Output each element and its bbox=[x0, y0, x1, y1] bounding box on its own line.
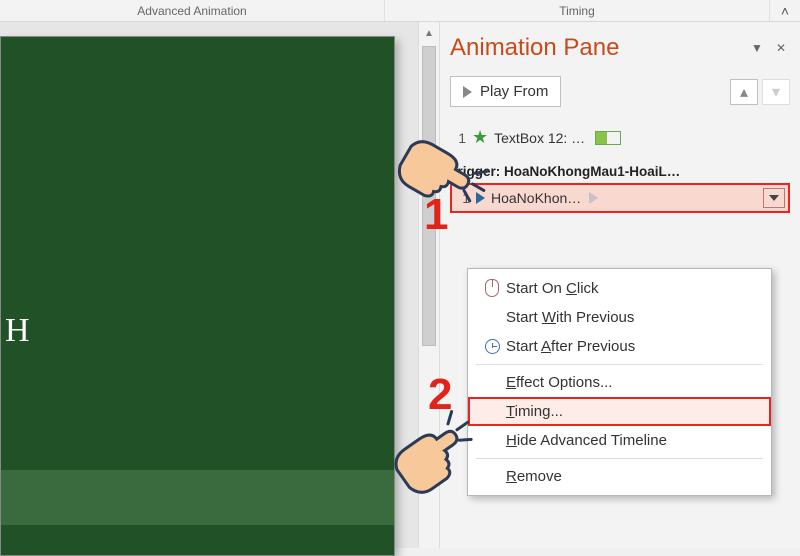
animation-item-index: 1 bbox=[452, 130, 466, 146]
menu-effect-options[interactable]: Effect Options... bbox=[468, 368, 771, 397]
animation-item-textbox12[interactable]: 1 ★ TextBox 12: … bbox=[450, 123, 790, 152]
mouse-icon bbox=[478, 279, 506, 297]
vertical-scrollbar[interactable]: ▲ bbox=[418, 22, 440, 548]
animation-item-label: HoaNoKhon… bbox=[491, 190, 581, 206]
animation-item-label: TextBox 12: … bbox=[494, 130, 585, 146]
caret-down-icon: ▼ bbox=[751, 41, 763, 55]
menu-separator bbox=[476, 364, 763, 365]
trigger-label: Trigger: HoaNoKhongMau1-HoaiL… bbox=[450, 164, 790, 179]
play-from-button[interactable]: Play From bbox=[450, 76, 561, 107]
ribbon-group-timing: Timing bbox=[385, 0, 770, 21]
timeline-play-marker-icon bbox=[589, 192, 598, 204]
menu-timing[interactable]: Timing... bbox=[468, 397, 771, 426]
animation-context-menu: Start On Click Start With Previous Start… bbox=[467, 268, 772, 496]
item-dropdown-button[interactable] bbox=[763, 188, 785, 208]
ribbon-group-labels: Advanced Animation Timing ˄ bbox=[0, 0, 800, 22]
menu-start-with-previous[interactable]: Start With Previous bbox=[468, 303, 771, 332]
animation-item-index: 1 bbox=[456, 190, 470, 206]
pane-options-button[interactable]: ▼ bbox=[748, 39, 766, 57]
play-icon bbox=[463, 86, 472, 98]
clock-icon bbox=[478, 339, 506, 354]
close-icon: ✕ bbox=[776, 41, 786, 55]
menu-remove[interactable]: Remove bbox=[468, 462, 771, 491]
triangle-down-icon: ▾ bbox=[772, 82, 780, 102]
scroll-up-arrow-icon[interactable]: ▲ bbox=[419, 22, 439, 44]
collapse-ribbon-button[interactable]: ˄ bbox=[770, 0, 800, 21]
chevron-up-icon: ˄ bbox=[781, 3, 789, 19]
move-down-button: ▾ bbox=[762, 79, 790, 105]
reorder-controls: ▴ ▾ bbox=[730, 79, 790, 105]
menu-start-after-previous[interactable]: Start After Previous bbox=[468, 332, 771, 361]
triangle-up-icon: ▴ bbox=[740, 82, 748, 102]
pane-close-button[interactable]: ✕ bbox=[772, 39, 790, 57]
move-up-button[interactable]: ▴ bbox=[730, 79, 758, 105]
slide-text-fragment: H bbox=[5, 312, 32, 350]
timeline-bar-icon bbox=[595, 131, 621, 145]
play-row: Play From ▴ ▾ bbox=[450, 76, 790, 107]
animation-item-hoanokhon[interactable]: 1 HoaNoKhon… bbox=[450, 183, 790, 213]
slide-editor-area[interactable]: H bbox=[0, 22, 418, 548]
pane-window-controls: ▼ ✕ bbox=[748, 39, 790, 57]
menu-separator bbox=[476, 458, 763, 459]
animation-pane-title: Animation Pane bbox=[450, 34, 619, 62]
animation-pane-header: Animation Pane ▼ ✕ bbox=[450, 34, 790, 62]
menu-start-on-click[interactable]: Start On Click bbox=[468, 273, 771, 303]
ribbon-group-advanced-animation: Advanced Animation bbox=[0, 0, 385, 21]
star-icon: ★ bbox=[472, 127, 488, 148]
animation-list: 1 ★ TextBox 12: … Trigger: HoaNoKhongMau… bbox=[450, 123, 790, 213]
menu-hide-advanced-timeline[interactable]: Hide Advanced Timeline bbox=[468, 426, 771, 455]
scrollbar-thumb[interactable] bbox=[422, 46, 436, 346]
play-media-icon bbox=[476, 192, 485, 204]
play-from-label: Play From bbox=[480, 83, 548, 100]
slide-canvas[interactable]: H bbox=[0, 36, 395, 556]
slide-decorative-strip bbox=[1, 470, 394, 525]
